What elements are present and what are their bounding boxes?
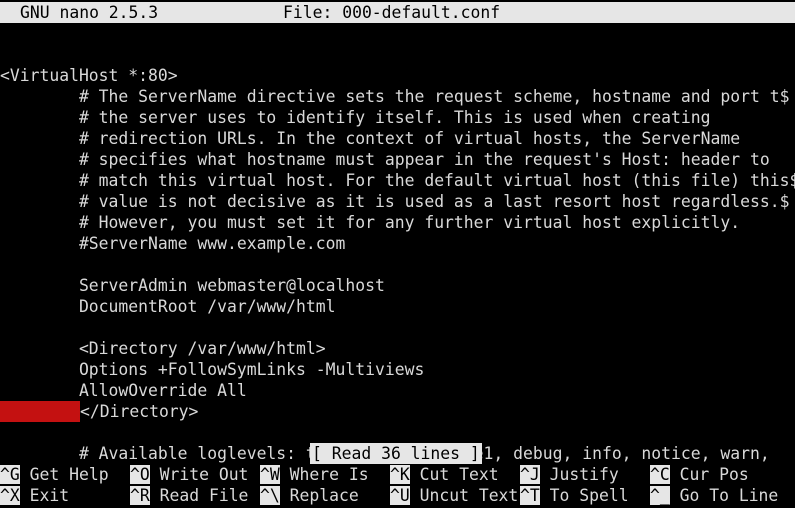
- file-line: [0, 254, 795, 275]
- file-line: #ServerName www.example.com: [0, 234, 346, 253]
- shortcut-key: ^T: [520, 486, 540, 505]
- shortcut-key: ^U: [390, 486, 410, 505]
- file-line: </Directory>: [0, 401, 795, 422]
- file-line: # value is not decisive as it is used as…: [0, 192, 790, 211]
- shortcut-write-out[interactable]: ^O Write Out: [130, 464, 248, 485]
- shortcut-key: ^G: [0, 465, 20, 484]
- shortcut-key: ^_: [650, 486, 670, 505]
- shortcut-bar-2: ^X Exit ^R Read File ^\ Replace ^U Uncut Te…: [0, 485, 795, 506]
- shortcut-cur-pos[interactable]: ^C Cur Pos: [650, 464, 749, 485]
- file-line: [0, 422, 795, 443]
- shortcut-bar-1: ^G Get Help ^O Write Out ^W Where Is ^K Cut…: [0, 464, 795, 485]
- title-bar: GNU nano 2.5.3 File: 000-default.conf: [0, 2, 795, 23]
- file-line: # match this virtual host. For the defau…: [0, 171, 795, 190]
- shortcut-label: Uncut Text: [409, 486, 519, 505]
- nano-terminal: GNU nano 2.5.3 File: 000-default.conf <V…: [0, 0, 795, 508]
- status-bar: [ Read 36 lines ]: [0, 443, 795, 464]
- file-line: DocumentRoot /var/www/html: [0, 297, 336, 316]
- shortcut-label: Where Is: [279, 465, 369, 484]
- file-line: <VirtualHost *:80>: [0, 66, 178, 85]
- shortcut-label: Replace: [279, 486, 359, 505]
- shortcut-read-file[interactable]: ^R Read File: [130, 485, 248, 506]
- file-line: # However, you must set it for any furth…: [0, 213, 741, 232]
- shortcut-where-is[interactable]: ^W Where Is: [260, 464, 369, 485]
- file-name: File: 000-default.conf: [283, 3, 501, 22]
- file-line: AllowOverride All: [0, 381, 247, 400]
- shortcut-label: Write Out: [149, 465, 249, 484]
- shortcut-label: Justify: [539, 465, 619, 484]
- shortcut-label: Exit: [19, 486, 70, 505]
- file-line: # specifies what hostname must appear in…: [0, 150, 770, 169]
- file-line: # The ServerName directive sets the requ…: [0, 87, 790, 106]
- shortcut-key: ^X: [0, 486, 20, 505]
- file-line: Options +FollowSymLinks -Multiviews: [0, 360, 425, 379]
- shortcut-justify[interactable]: ^J Justify: [520, 464, 619, 485]
- file-line: [0, 317, 795, 338]
- shortcut-label: To Spell: [539, 486, 629, 505]
- whitespace-highlight: [0, 401, 80, 422]
- shortcut-to-spell[interactable]: ^T To Spell: [520, 485, 629, 506]
- file-line: [0, 44, 795, 65]
- shortcut-label: Cur Pos: [669, 465, 749, 484]
- file-line: ServerAdmin webmaster@localhost: [0, 276, 385, 295]
- shortcut-key: ^R: [130, 486, 150, 505]
- file-line: # the server uses to identify itself. Th…: [0, 108, 711, 127]
- shortcut-key: ^O: [130, 465, 150, 484]
- file-line: <Directory /var/www/html>: [0, 339, 326, 358]
- file-line: # redirection URLs. In the context of vi…: [0, 129, 741, 148]
- shortcut-get-help[interactable]: ^G Get Help: [0, 464, 109, 485]
- shortcut-key: ^K: [390, 465, 410, 484]
- shortcut-key: ^C: [650, 465, 670, 484]
- shortcut-label: Get Help: [19, 465, 109, 484]
- shortcut-key: ^\: [260, 486, 280, 505]
- shortcut-uncut-text[interactable]: ^U Uncut Text: [390, 485, 518, 506]
- line-text: </Directory>: [80, 402, 199, 421]
- status-message: [ Read 36 lines ]: [310, 443, 482, 464]
- shortcut-replace[interactable]: ^\ Replace: [260, 485, 359, 506]
- shortcut-key: ^W: [260, 465, 280, 484]
- app-version: GNU nano 2.5.3: [20, 3, 159, 22]
- shortcut-label: Cut Text: [409, 465, 499, 484]
- shortcut-go-to-line[interactable]: ^_ Go To Line: [650, 485, 778, 506]
- shortcut-exit[interactable]: ^X Exit: [0, 485, 69, 506]
- shortcut-key: ^J: [520, 465, 540, 484]
- shortcut-cut-text[interactable]: ^K Cut Text: [390, 464, 499, 485]
- shortcut-label: Go To Line: [669, 486, 779, 505]
- shortcut-label: Read File: [149, 486, 249, 505]
